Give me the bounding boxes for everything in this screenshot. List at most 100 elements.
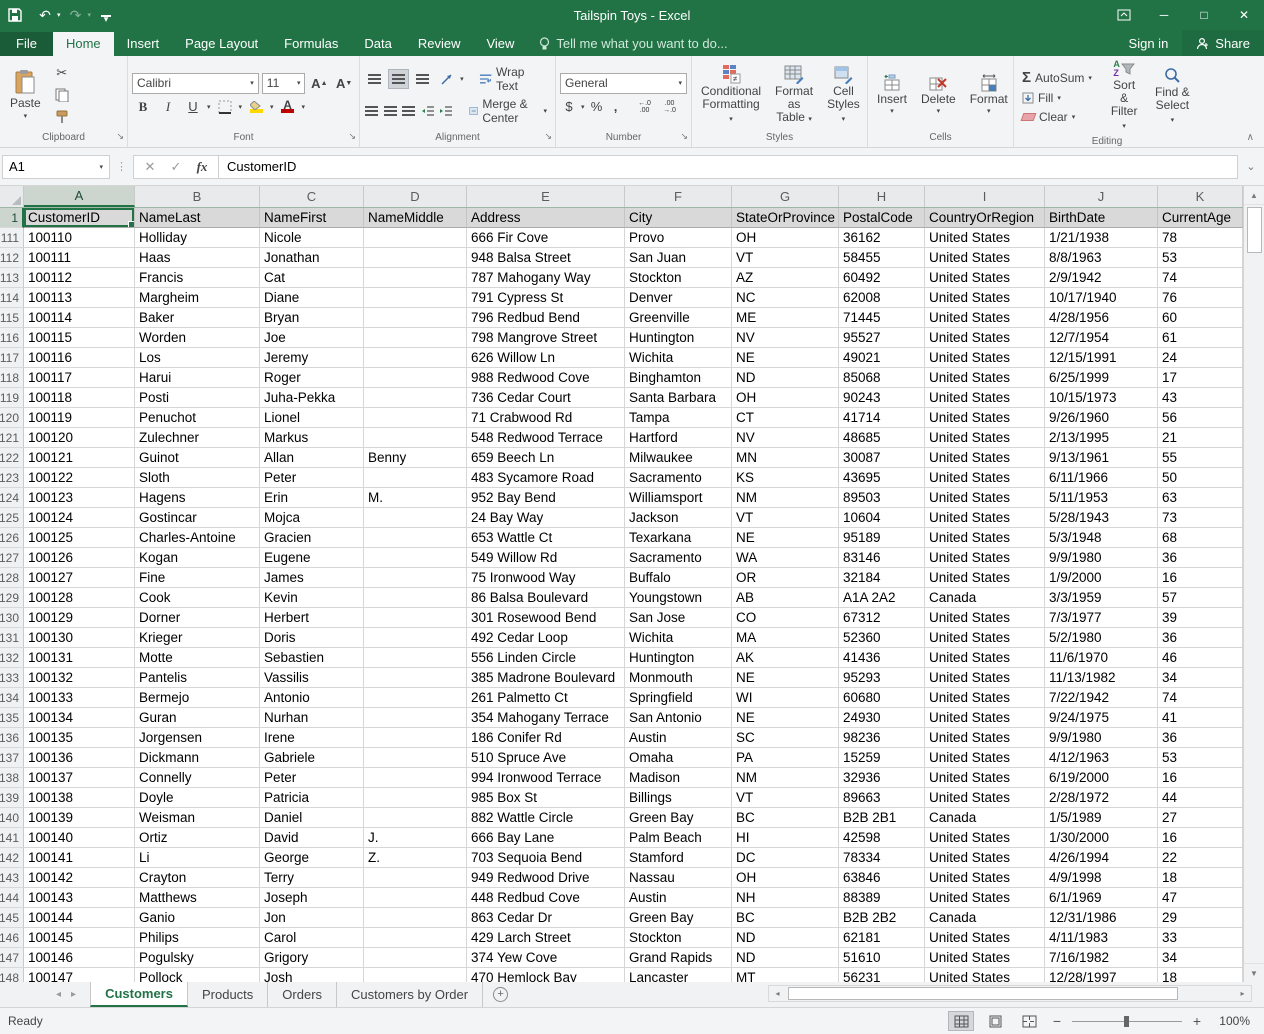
cell[interactable]: 863 Cedar Dr <box>467 908 625 928</box>
cell[interactable]: BC <box>732 908 839 928</box>
customize-qat-icon[interactable]: ▾ <box>95 14 117 17</box>
cell[interactable]: 22 <box>1158 848 1243 868</box>
cell[interactable]: Buffalo <box>625 568 732 588</box>
cell[interactable]: 33 <box>1158 928 1243 948</box>
cell[interactable] <box>364 948 467 968</box>
cell[interactable]: Doyle <box>135 788 260 808</box>
cell[interactable]: Posti <box>135 388 260 408</box>
cell[interactable]: Stockton <box>625 928 732 948</box>
cell[interactable]: Binghamton <box>625 368 732 388</box>
cell[interactable]: United States <box>925 428 1045 448</box>
cell[interactable]: 354 Mahogany Terrace <box>467 708 625 728</box>
cell[interactable]: 71445 <box>839 308 925 328</box>
cell[interactable]: Harui <box>135 368 260 388</box>
cell[interactable]: Billings <box>625 788 732 808</box>
cell[interactable]: 24 Bay Way <box>467 508 625 528</box>
cell[interactable]: Gabriele <box>260 748 364 768</box>
cell[interactable]: Joseph <box>260 888 364 908</box>
cell[interactable]: United States <box>925 228 1045 248</box>
cell[interactable]: 1/9/2000 <box>1045 568 1158 588</box>
cell[interactable]: 100138 <box>24 788 135 808</box>
cell[interactable] <box>364 348 467 368</box>
cell[interactable]: 27 <box>1158 808 1243 828</box>
cell[interactable]: 36 <box>1158 628 1243 648</box>
cell[interactable]: 100116 <box>24 348 135 368</box>
cell[interactable]: 18 <box>1158 868 1243 888</box>
cell[interactable] <box>364 308 467 328</box>
cell[interactable]: Crayton <box>135 868 260 888</box>
fill-button[interactable]: Fill▾ <box>1018 90 1100 106</box>
scroll-left-icon[interactable]: ◂ <box>769 986 786 1001</box>
cell[interactable]: 666 Fir Cove <box>467 228 625 248</box>
cell[interactable]: United States <box>925 368 1045 388</box>
cell[interactable]: 34 <box>1158 668 1243 688</box>
tell-me-box[interactable]: Tell me what you want to do... <box>527 32 739 56</box>
cell[interactable]: Canada <box>925 588 1045 608</box>
cell[interactable]: 43695 <box>839 468 925 488</box>
cell[interactable]: 100147 <box>24 968 135 982</box>
cell[interactable]: 100127 <box>24 568 135 588</box>
cell[interactable]: Pantelis <box>135 668 260 688</box>
cell[interactable]: Lionel <box>260 408 364 428</box>
cell[interactable]: Peter <box>260 768 364 788</box>
cell[interactable]: 100142 <box>24 868 135 888</box>
cell[interactable]: 100121 <box>24 448 135 468</box>
cell[interactable]: 100119 <box>24 408 135 428</box>
cell[interactable]: 5/11/1953 <box>1045 488 1158 508</box>
cell[interactable]: Motte <box>135 648 260 668</box>
cell[interactable]: 88389 <box>839 888 925 908</box>
cell[interactable]: George <box>260 848 364 868</box>
row-header-121[interactable]: 121 <box>0 428 24 448</box>
cell[interactable]: 89503 <box>839 488 925 508</box>
cell[interactable]: United States <box>925 888 1045 908</box>
cell[interactable]: United States <box>925 508 1045 528</box>
cell[interactable]: WA <box>732 548 839 568</box>
cell[interactable]: 29 <box>1158 908 1243 928</box>
cell[interactable]: Juha-Pekka <box>260 388 364 408</box>
cell[interactable]: Kogan <box>135 548 260 568</box>
cell[interactable]: 62181 <box>839 928 925 948</box>
cell[interactable]: Margheim <box>135 288 260 308</box>
cell[interactable]: United States <box>925 948 1045 968</box>
cell[interactable]: 7/22/1942 <box>1045 688 1158 708</box>
cell[interactable]: 71 Crabwood Rd <box>467 408 625 428</box>
cell[interactable]: Patricia <box>260 788 364 808</box>
redo-dropdown-icon[interactable]: ▾ <box>88 11 92 19</box>
cell[interactable]: 100129 <box>24 608 135 628</box>
cell[interactable]: 666 Bay Lane <box>467 828 625 848</box>
row-header-145[interactable]: 145 <box>0 908 24 928</box>
row-header-135[interactable]: 135 <box>0 708 24 728</box>
cell[interactable]: 988 Redwood Cove <box>467 368 625 388</box>
cell[interactable]: 12/15/1991 <box>1045 348 1158 368</box>
align-left-icon[interactable] <box>364 101 380 121</box>
cell[interactable]: 95293 <box>839 668 925 688</box>
cell[interactable]: Joe <box>260 328 364 348</box>
cell[interactable]: 186 Conifer Rd <box>467 728 625 748</box>
cut-icon[interactable]: ✂ <box>51 63 73 83</box>
row-header-138[interactable]: 138 <box>0 768 24 788</box>
cell[interactable]: United States <box>925 868 1045 888</box>
decrease-decimal-button[interactable]: .00→.0 <box>659 97 681 117</box>
cell[interactable]: 39 <box>1158 608 1243 628</box>
cell[interactable]: Guinot <box>135 448 260 468</box>
cell[interactable]: 78334 <box>839 848 925 868</box>
cell[interactable]: 47 <box>1158 888 1243 908</box>
cell[interactable]: 67312 <box>839 608 925 628</box>
cell[interactable] <box>364 268 467 288</box>
cell[interactable]: VT <box>732 248 839 268</box>
row-header-143[interactable]: 143 <box>0 868 24 888</box>
horizontal-scroll-thumb[interactable] <box>788 987 1178 1000</box>
row-header-118[interactable]: 118 <box>0 368 24 388</box>
cell[interactable]: Francis <box>135 268 260 288</box>
number-format-combo[interactable]: General▾ <box>560 73 687 94</box>
cell[interactable] <box>364 908 467 928</box>
cell[interactable]: 53 <box>1158 748 1243 768</box>
cell[interactable]: Nurhan <box>260 708 364 728</box>
orientation-dropdown-icon[interactable]: ▾ <box>460 75 464 83</box>
cell[interactable] <box>364 928 467 948</box>
cell[interactable]: 4/9/1998 <box>1045 868 1158 888</box>
copy-icon[interactable] <box>51 85 73 105</box>
cell[interactable]: NameLast <box>135 208 260 228</box>
cell[interactable]: 796 Redbud Bend <box>467 308 625 328</box>
active-cell[interactable]: CustomerID <box>24 208 135 228</box>
